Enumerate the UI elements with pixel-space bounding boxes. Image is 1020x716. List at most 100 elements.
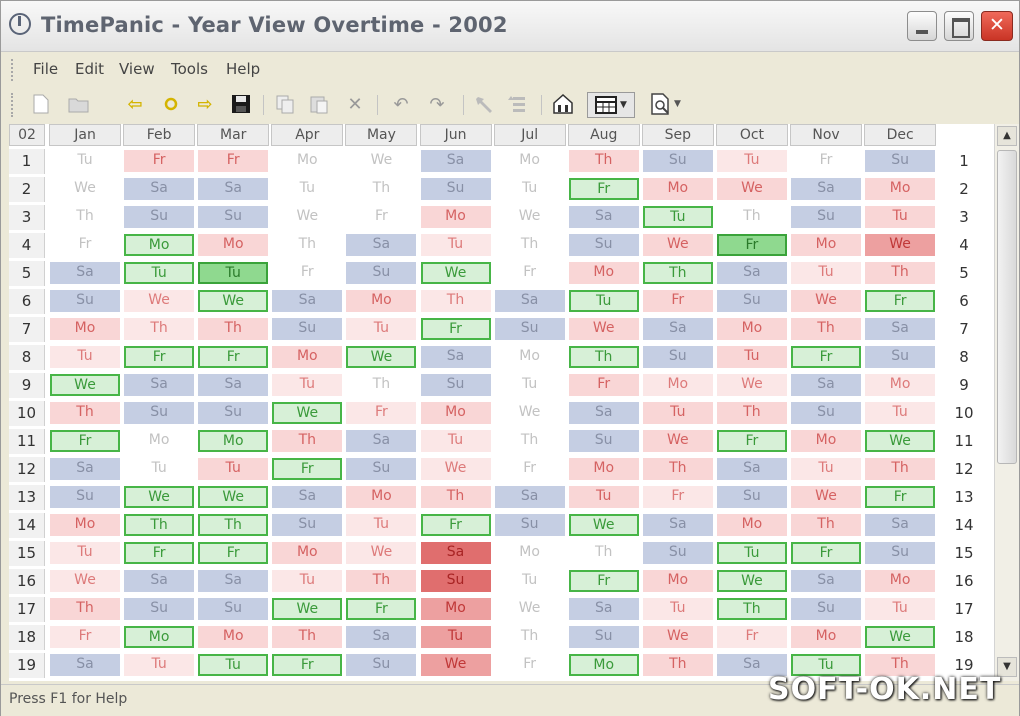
day-cell[interactable]: Sa xyxy=(494,486,565,508)
day-cell[interactable]: Th xyxy=(346,178,417,200)
day-cell[interactable]: We xyxy=(124,290,195,312)
month-header[interactable]: Jan xyxy=(49,124,122,146)
menubar-grip[interactable] xyxy=(11,59,16,81)
day-cell[interactable]: Mo xyxy=(50,514,120,536)
day-cell[interactable]: Sa xyxy=(50,458,120,480)
day-cell[interactable]: Mo xyxy=(346,486,417,508)
day-cell[interactable]: Mo xyxy=(716,318,787,340)
day-cell[interactable]: Su xyxy=(642,150,713,172)
day-cell[interactable]: Sa xyxy=(50,654,120,676)
day-cell[interactable]: Mo xyxy=(791,626,861,648)
day-cell[interactable]: Su xyxy=(865,346,936,368)
day-cell[interactable]: Mo xyxy=(568,654,639,676)
day-cell[interactable]: We xyxy=(642,430,713,452)
day-cell[interactable]: We xyxy=(346,150,417,172)
day-cell[interactable]: Sa xyxy=(791,374,861,396)
day-cell[interactable]: Fr xyxy=(50,626,120,648)
month-header[interactable]: Jun xyxy=(419,124,492,146)
day-cell[interactable]: Mo xyxy=(198,626,269,648)
undo-icon[interactable]: ↶ xyxy=(389,92,413,116)
circle-icon[interactable] xyxy=(159,92,183,116)
day-cell[interactable]: We xyxy=(420,262,491,284)
day-cell[interactable]: We xyxy=(272,402,343,424)
day-cell[interactable]: Fr xyxy=(494,458,565,480)
day-cell[interactable]: Mo xyxy=(568,458,639,480)
menu-edit[interactable]: Edit xyxy=(75,60,104,78)
day-cell[interactable]: Fr xyxy=(791,346,861,368)
day-cell[interactable]: Fr xyxy=(198,150,269,172)
day-cell[interactable]: Sa xyxy=(346,234,417,256)
day-cell[interactable]: Fr xyxy=(124,346,195,368)
day-cell[interactable]: Mo xyxy=(272,542,343,564)
day-cell[interactable]: Tu xyxy=(791,458,861,480)
day-cell[interactable]: Sa xyxy=(420,542,491,564)
day-cell[interactable]: Tu xyxy=(420,430,491,452)
vertical-scrollbar[interactable]: ▲ ▼ xyxy=(994,124,1019,681)
day-cell[interactable]: Fr xyxy=(642,290,713,312)
day-cell[interactable]: Mo xyxy=(568,262,639,284)
day-cell[interactable]: Mo xyxy=(420,402,491,424)
day-cell[interactable]: We xyxy=(716,570,787,592)
month-header[interactable]: Nov xyxy=(790,124,863,146)
menu-help[interactable]: Help xyxy=(226,60,260,78)
day-cell[interactable]: Sa xyxy=(420,346,491,368)
day-cell[interactable]: Mo xyxy=(272,346,343,368)
day-cell[interactable]: Th xyxy=(272,626,343,648)
day-cell[interactable]: Tu xyxy=(791,262,861,284)
day-cell[interactable]: We xyxy=(865,626,936,648)
day-cell[interactable]: Mo xyxy=(865,178,936,200)
day-cell[interactable]: Sa xyxy=(642,514,713,536)
day-cell[interactable]: Th xyxy=(198,514,269,536)
day-cell[interactable]: Su xyxy=(272,318,343,340)
day-cell[interactable]: Fr xyxy=(642,486,713,508)
day-cell[interactable]: Th xyxy=(494,234,565,256)
day-cell[interactable]: Sa xyxy=(198,178,269,200)
month-header[interactable]: May xyxy=(345,124,418,146)
day-cell[interactable]: We xyxy=(272,598,343,620)
day-cell[interactable]: Sa xyxy=(124,178,195,200)
day-cell[interactable]: Fr xyxy=(865,486,936,508)
day-cell[interactable]: Su xyxy=(346,458,417,480)
day-cell[interactable]: We xyxy=(198,486,269,508)
day-cell[interactable]: Su xyxy=(791,598,861,620)
day-cell[interactable]: Sa xyxy=(346,626,417,648)
day-cell[interactable]: Mo xyxy=(642,570,713,592)
day-cell[interactable]: Tu xyxy=(272,178,343,200)
day-cell[interactable]: Tu xyxy=(494,374,565,396)
day-cell[interactable]: Fr xyxy=(272,654,343,676)
day-cell[interactable]: Su xyxy=(420,570,491,592)
day-cell[interactable]: Mo xyxy=(346,290,417,312)
day-cell[interactable]: Fr xyxy=(272,262,343,284)
day-cell[interactable]: Tu xyxy=(272,374,343,396)
day-cell[interactable]: Mo xyxy=(791,430,861,452)
paste-icon[interactable] xyxy=(307,92,331,116)
day-cell[interactable]: Tu xyxy=(568,290,639,312)
day-cell[interactable]: Tu xyxy=(124,458,195,480)
month-header[interactable]: Apr xyxy=(271,124,344,146)
day-cell[interactable]: Sa xyxy=(642,318,713,340)
day-cell[interactable]: Th xyxy=(346,570,417,592)
day-cell[interactable]: Th xyxy=(494,430,565,452)
day-cell[interactable]: Tu xyxy=(272,570,343,592)
month-header[interactable]: Sep xyxy=(641,124,714,146)
day-cell[interactable]: Sa xyxy=(50,262,120,284)
day-cell[interactable]: Fr xyxy=(346,206,417,228)
day-cell[interactable]: Tu xyxy=(494,178,565,200)
day-cell[interactable]: Th xyxy=(494,626,565,648)
day-cell[interactable]: Th xyxy=(420,290,491,312)
minimize-button[interactable] xyxy=(907,11,937,41)
title-bar[interactable]: TimePanic - Year View Overtime - 2002 ✕ xyxy=(1,1,1019,52)
day-cell[interactable]: Fr xyxy=(346,598,417,620)
day-cell[interactable]: Mo xyxy=(716,514,787,536)
day-cell[interactable]: Sa xyxy=(865,318,936,340)
day-cell[interactable]: Mo xyxy=(124,626,195,648)
day-cell[interactable]: Sa xyxy=(124,374,195,396)
day-cell[interactable]: Tu xyxy=(716,346,787,368)
day-cell[interactable]: Su xyxy=(791,206,861,228)
day-cell[interactable]: Tu xyxy=(198,458,269,480)
day-cell[interactable]: Su xyxy=(716,290,787,312)
day-cell[interactable]: Th xyxy=(272,430,343,452)
day-cell[interactable]: We xyxy=(198,290,269,312)
day-cell[interactable]: We xyxy=(716,374,787,396)
day-cell[interactable]: Su xyxy=(50,290,120,312)
